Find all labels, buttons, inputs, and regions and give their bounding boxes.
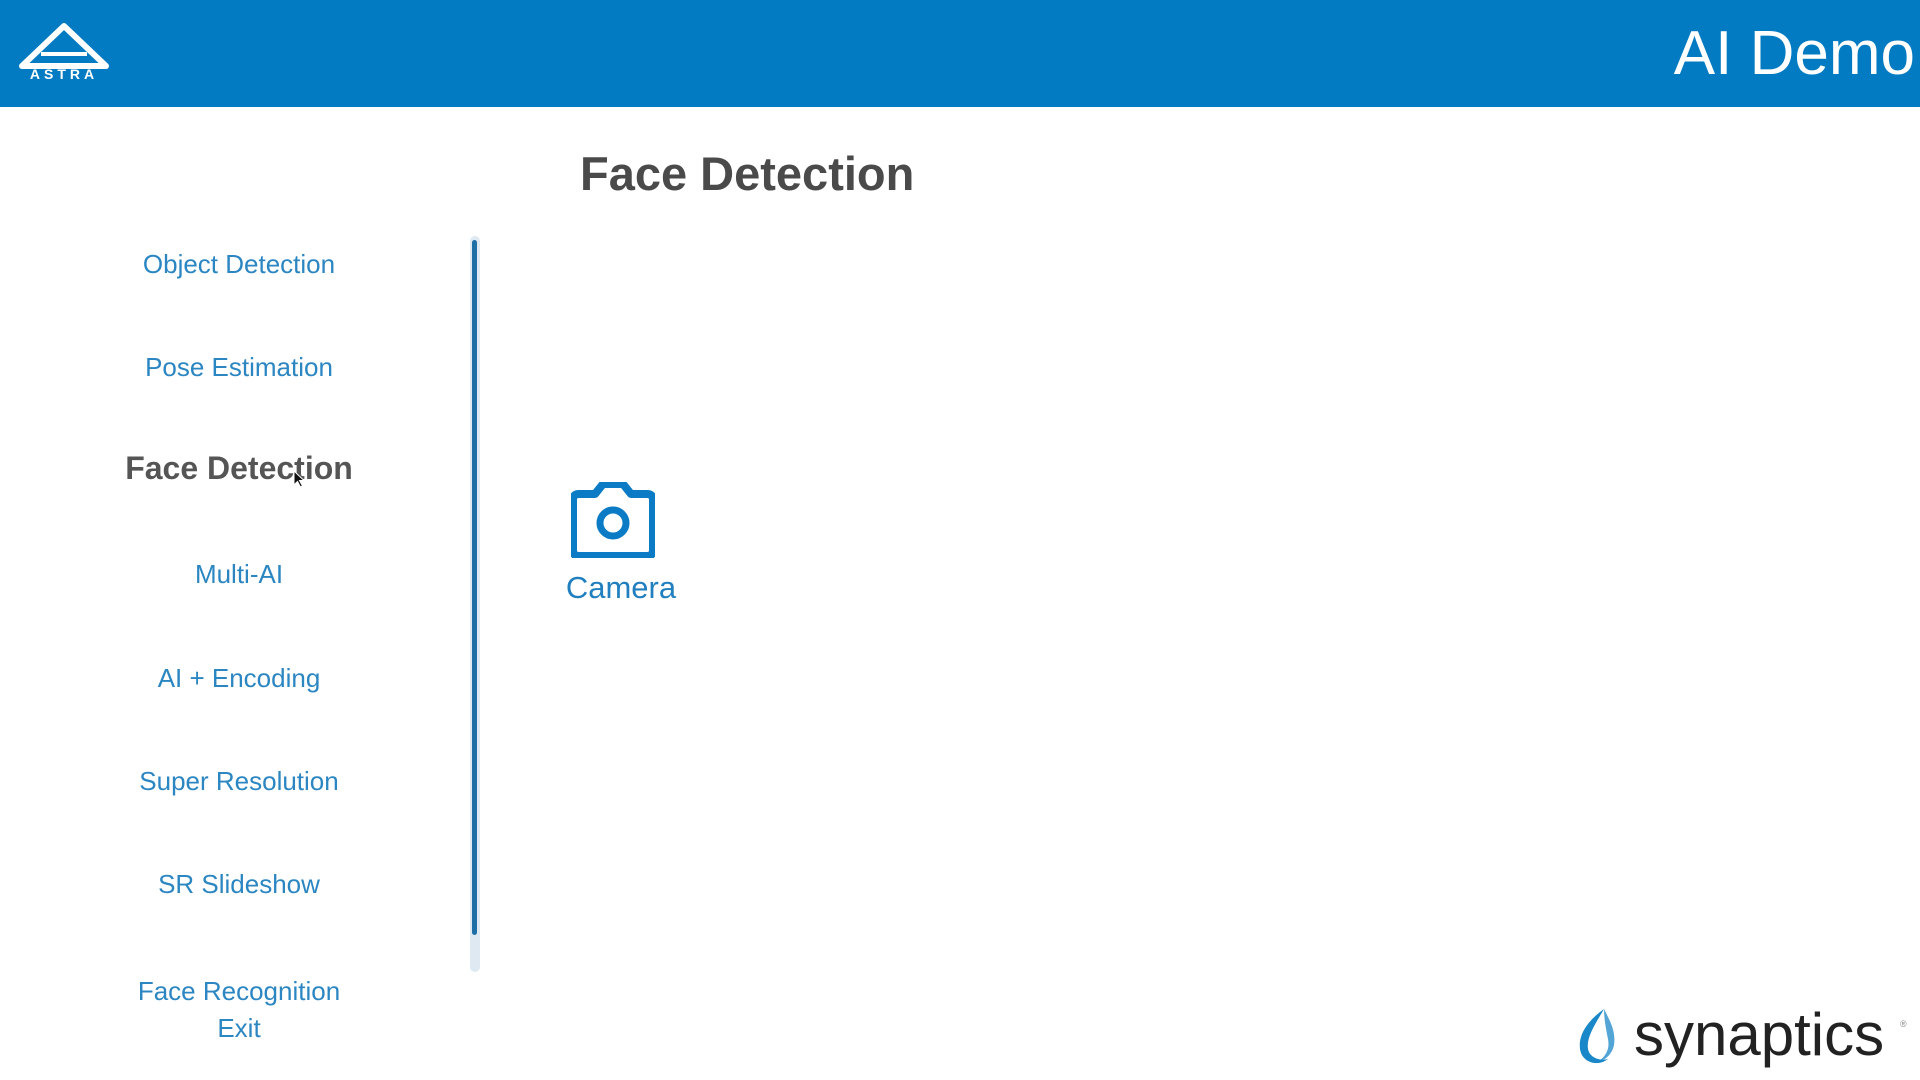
registered-mark: ® — [1900, 1019, 1907, 1029]
synaptics-droplet-icon — [1579, 1009, 1615, 1064]
synaptics-wordmark: synaptics — [1634, 1001, 1885, 1068]
menu-item-sr-slideshow[interactable]: SR Slideshow — [89, 866, 389, 902]
astra-logo-text: ASTRA — [29, 66, 99, 82]
astra-logo: ASTRA — [11, 22, 117, 84]
app-title: AI Demo — [1673, 19, 1915, 88]
app-header: ASTRA AI Demo — [0, 0, 1920, 107]
menu-item-exit[interactable]: Exit — [89, 1010, 389, 1046]
page-title: Face Detection — [580, 147, 915, 200]
menu-item-face-detection[interactable]: Face Detection — [89, 450, 389, 486]
menu-scrollbar[interactable] — [470, 236, 480, 972]
scrollbar-thumb[interactable] — [472, 240, 477, 935]
camera-source-button[interactable]: Camera — [560, 480, 680, 610]
menu-item-super-resolution[interactable]: Super Resolution — [89, 763, 389, 799]
camera-label: Camera — [565, 570, 677, 605]
menu-item-object-detection[interactable]: Object Detection — [89, 246, 389, 282]
synaptics-logo: synaptics ® — [1574, 1001, 1914, 1071]
astra-logo-icon — [19, 23, 109, 69]
menu-item-face-recognition[interactable]: Face Recognition — [89, 973, 389, 1009]
menu-item-multi-ai[interactable]: Multi-AI — [89, 556, 389, 592]
mouse-cursor-icon — [293, 470, 305, 488]
menu-item-ai-encoding[interactable]: AI + Encoding — [89, 660, 389, 696]
menu-item-pose-estimation[interactable]: Pose Estimation — [89, 349, 389, 385]
camera-icon — [571, 482, 655, 558]
